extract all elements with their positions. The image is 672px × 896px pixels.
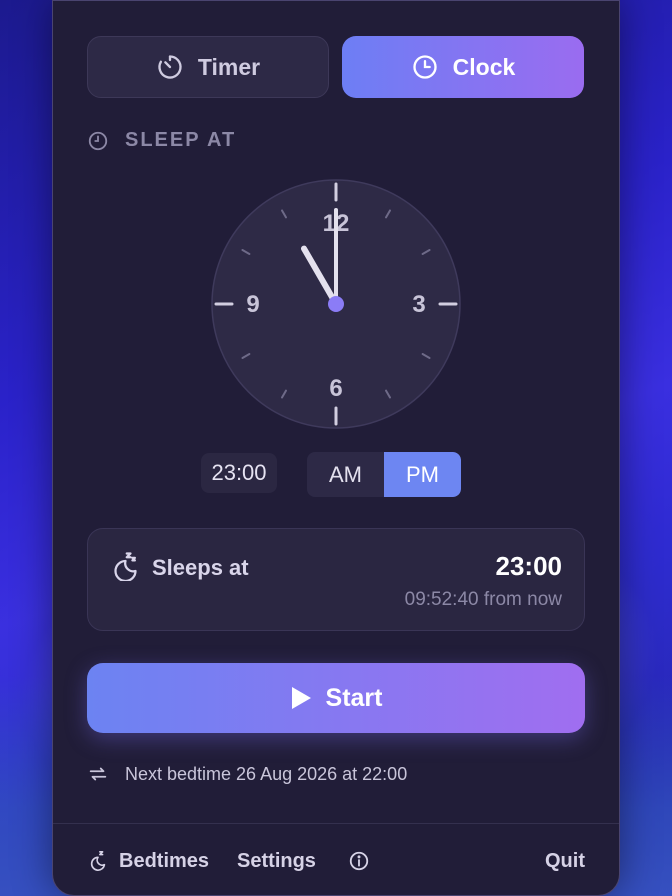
clock-icon [88, 131, 108, 150]
timer-tab[interactable]: Timer [87, 36, 329, 98]
numeral-9: 9 [246, 291, 259, 318]
clock-icon [413, 55, 437, 79]
timer-tab-label: Timer [197, 53, 261, 80]
moon-sleep-icon [114, 552, 137, 581]
bedtimes-label: Bedtimes [119, 849, 210, 872]
start-button[interactable]: Start [87, 663, 585, 733]
clock-tab-label: Clock [452, 53, 516, 80]
sleep-at-heading: SLEEP AT [87, 129, 236, 152]
footer-divider [53, 823, 619, 824]
next-bedtime: Next bedtime 26 Aug 2026 at 22:00 [87, 763, 407, 785]
footer-bar: Bedtimes Settings Quit [87, 843, 585, 879]
time-remaining: 09:52:40 from now [404, 589, 562, 610]
am-option[interactable]: AM [307, 452, 384, 497]
sleep-timer-panel: Timer Clock SLEEP AT 12 3 6 9 23:00 AM P… [52, 0, 620, 896]
settings-label: Settings [237, 849, 316, 872]
timer-icon [158, 55, 182, 79]
sleeps-at-label: Sleeps at [152, 555, 249, 580]
numeral-6: 6 [329, 375, 342, 402]
bedtimes-button[interactable]: Bedtimes [87, 850, 209, 873]
analog-clock[interactable]: 12 3 6 9 [211, 179, 461, 429]
quit-label: Quit [545, 849, 585, 872]
info-icon [349, 851, 369, 871]
sleeps-at-time: 23:00 [495, 551, 563, 581]
info-button[interactable] [348, 850, 370, 872]
moon-sleep-icon [90, 851, 106, 871]
start-button-label: Start [325, 683, 383, 712]
settings-button[interactable]: Settings [237, 850, 316, 873]
play-icon [291, 687, 311, 709]
sleep-at-label: SLEEP AT [125, 129, 237, 151]
pm-option[interactable]: PM [384, 452, 461, 497]
sleep-summary-card: Sleeps at 23:00 09:52:40 from now [87, 528, 585, 631]
clock-center-dot [328, 296, 344, 312]
numeral-3: 3 [412, 291, 425, 318]
quit-button[interactable]: Quit [545, 850, 585, 873]
am-pm-toggle[interactable]: AM PM [307, 452, 461, 497]
clock-tab[interactable]: Clock [342, 36, 584, 98]
next-bedtime-text: Next bedtime 26 Aug 2026 at 22:00 [125, 763, 408, 784]
repeat-icon [89, 767, 107, 781]
time-input[interactable]: 23:00 [201, 453, 277, 493]
